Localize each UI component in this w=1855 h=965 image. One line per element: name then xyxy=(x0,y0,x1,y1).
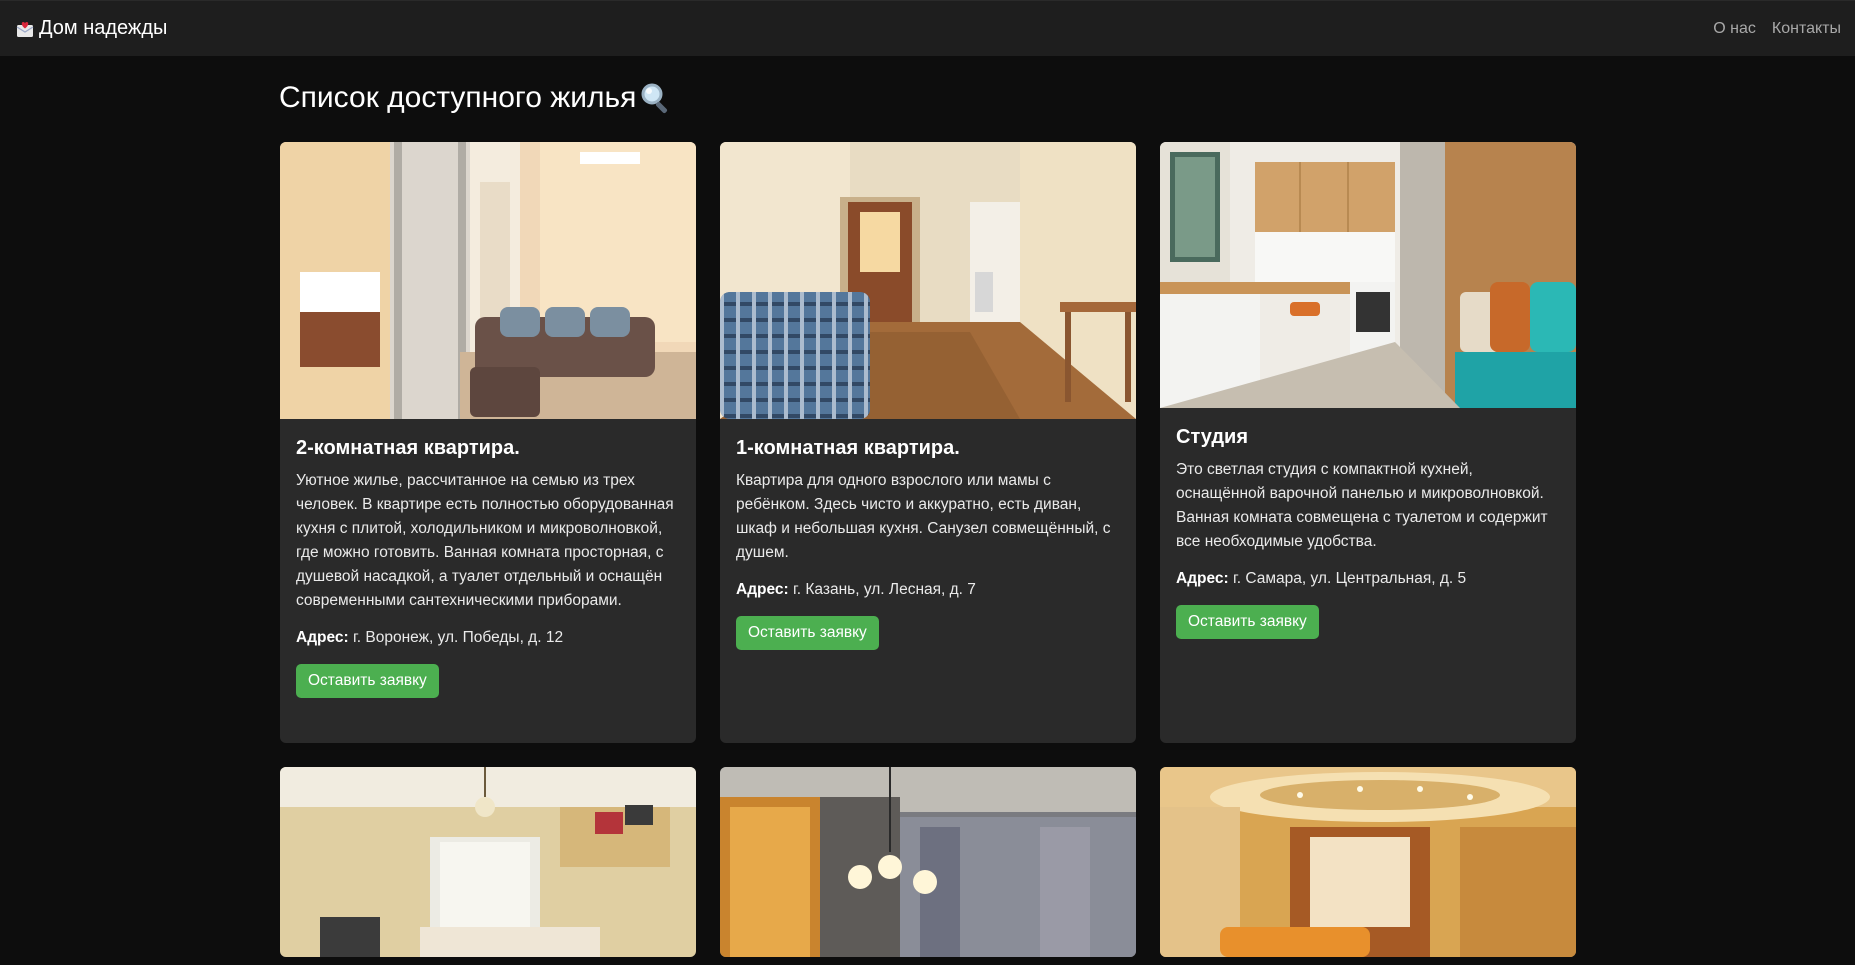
navbar: Дом надежды О нас Контакты xyxy=(0,0,1855,56)
listing-description: Квартира для одного взрослого или мамы с… xyxy=(736,472,1111,561)
address-value: г. Казань, ул. Лесная, д. 7 xyxy=(793,581,976,598)
listing-card: Студия Это светлая студия с компактной к… xyxy=(1160,142,1576,743)
brand-link[interactable]: Дом надежды xyxy=(15,17,167,40)
listing-card xyxy=(280,767,696,957)
address-value: г. Самара, ул. Центральная, д. 5 xyxy=(1233,570,1467,587)
listing-photo xyxy=(1160,767,1576,957)
listing-card xyxy=(720,767,1136,957)
listing-card: 1-комнатная квартира. Квартира для одног… xyxy=(720,142,1136,743)
listing-address: Адрес: г. Самара, ул. Центральная, д. 5 xyxy=(1176,570,1560,588)
listing-photo xyxy=(1160,142,1576,408)
listing-card: 2-комнатная квартира. Уютное жилье, расс… xyxy=(280,142,696,743)
listing-photo xyxy=(720,142,1136,419)
listing-description: Это светлая студия с компактной кухней, … xyxy=(1176,461,1548,550)
listing-body: Студия Это светлая студия с компактной к… xyxy=(1160,408,1576,655)
page-title: Список доступного жилья xyxy=(279,80,674,116)
listing-body: 2-комнатная квартира. Уютное жилье, расс… xyxy=(280,419,696,714)
nav-links: О нас Контакты xyxy=(1713,20,1841,38)
apply-button[interactable]: Оставить заявку xyxy=(1176,605,1319,639)
address-label: Адрес: xyxy=(1176,570,1229,587)
listing-photo xyxy=(280,767,696,957)
listing-title: 2-комнатная квартира. xyxy=(296,437,520,459)
listing-photo xyxy=(720,767,1136,957)
listings-grid: 2-комнатная квартира. Уютное жилье, расс… xyxy=(280,142,1576,957)
listing-photo xyxy=(280,142,696,419)
nav-link-contacts[interactable]: Контакты xyxy=(1772,20,1841,38)
house-heart-icon xyxy=(16,21,34,37)
brand-label: Дом надежды xyxy=(39,17,168,39)
listing-title: 1-комнатная квартира. xyxy=(736,437,960,459)
page-title-text: Список доступного жилья xyxy=(279,81,637,114)
listing-card xyxy=(1160,767,1576,957)
address-value: г. Воронеж, ул. Победы, д. 12 xyxy=(353,629,564,646)
listing-description: Уютное жилье, рассчитанное на семью из т… xyxy=(296,472,674,609)
listing-address: Адрес: г. Казань, ул. Лесная, д. 7 xyxy=(736,581,1120,599)
listing-body: 1-комнатная квартира. Квартира для одног… xyxy=(720,419,1136,666)
magnifier-icon xyxy=(641,83,668,114)
apply-button[interactable]: Оставить заявку xyxy=(736,616,879,650)
listing-address: Адрес: г. Воронеж, ул. Победы, д. 12 xyxy=(296,629,680,647)
listing-title: Студия xyxy=(1176,426,1249,448)
nav-link-about[interactable]: О нас xyxy=(1713,20,1756,38)
address-label: Адрес: xyxy=(296,629,349,646)
address-label: Адрес: xyxy=(736,581,789,598)
apply-button[interactable]: Оставить заявку xyxy=(296,664,439,698)
